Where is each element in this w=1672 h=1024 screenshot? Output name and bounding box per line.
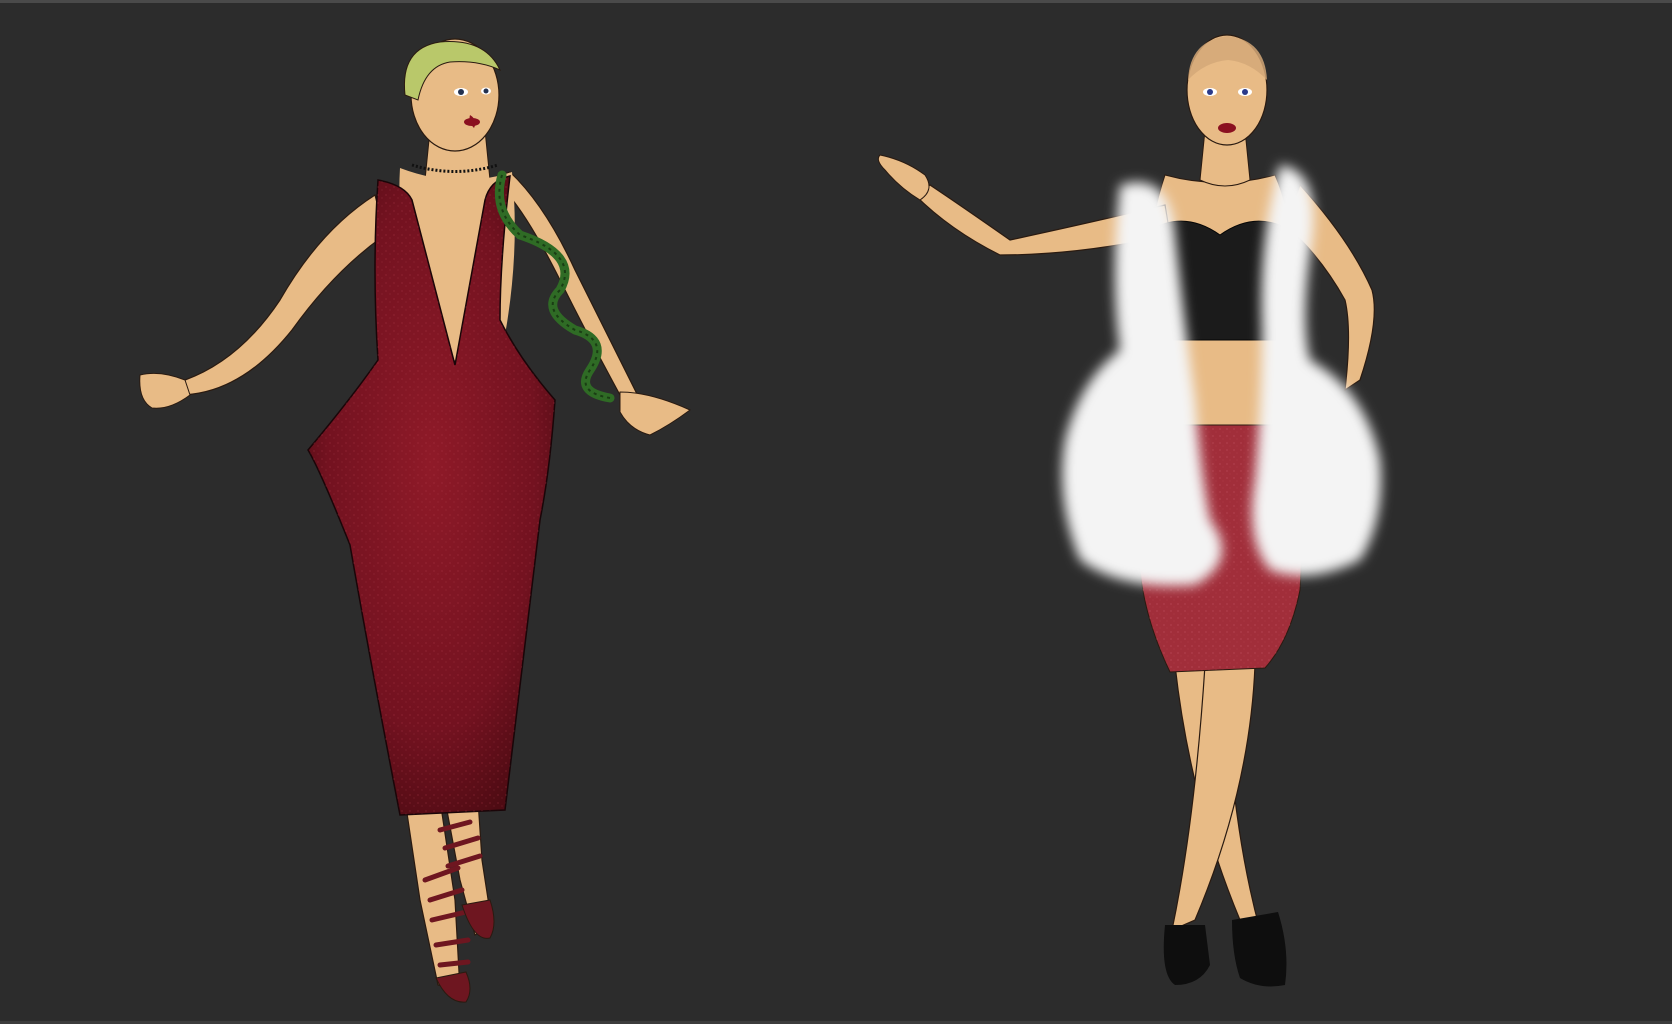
right-figure-head bbox=[1186, 34, 1268, 146]
figure-right-fur-vest bbox=[877, 34, 1381, 987]
right-figure-legs bbox=[1171, 664, 1261, 932]
illustration-canvas bbox=[0, 0, 1672, 1024]
